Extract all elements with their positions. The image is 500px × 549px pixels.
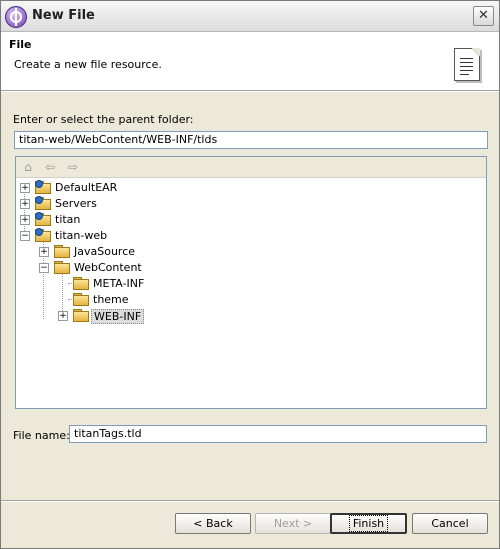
tree-node-web-inf[interactable]: + WEB-INF	[16, 308, 486, 324]
wizard-page-title: File	[9, 38, 32, 51]
tree-node-label: theme	[93, 293, 129, 306]
expand-icon[interactable]: +	[58, 311, 68, 321]
window-title: New File	[32, 8, 95, 23]
tree-node-servers[interactable]: + Servers	[16, 196, 486, 212]
next-button[interactable]: Next >	[255, 513, 331, 534]
home-icon[interactable]: ⌂	[20, 159, 36, 175]
project-folder-icon	[35, 196, 51, 210]
tree-node-label: DefaultEAR	[55, 181, 118, 194]
project-folder-icon	[35, 228, 51, 242]
file-name-label: File name:	[13, 429, 70, 442]
folder-icon	[54, 245, 70, 258]
back-button[interactable]: < Back	[175, 513, 251, 534]
tree-node-titan-web[interactable]: − titan-web	[16, 228, 486, 244]
new-file-wizard-icon	[454, 48, 480, 81]
wizard-page-description: Create a new file resource.	[14, 58, 162, 71]
folder-icon	[73, 309, 89, 322]
collapse-icon[interactable]: −	[39, 263, 49, 273]
new-file-dialog: New File ✕ File Create a new file resour…	[0, 0, 500, 549]
project-folder-icon	[35, 180, 51, 194]
tree-node-javasource[interactable]: + JavaSource	[16, 244, 486, 260]
forward-arrow-icon[interactable]: ⇨	[65, 159, 81, 175]
title-bar[interactable]: New File ✕	[1, 1, 499, 32]
parent-folder-input[interactable]: titan-web/WebContent/WEB-INF/tlds	[14, 131, 488, 149]
cancel-button[interactable]: Cancel	[412, 513, 488, 534]
expand-icon[interactable]: +	[20, 183, 30, 193]
wizard-header: File Create a new file resource.	[1, 32, 499, 90]
finish-button-label: Finish	[348, 515, 389, 532]
tree-node-theme[interactable]: theme	[16, 292, 486, 308]
tree-node-meta-inf[interactable]: META-INF	[16, 276, 486, 292]
tree-node-label: JavaSource	[74, 245, 136, 258]
tree-node-titan[interactable]: + titan	[16, 212, 486, 228]
collapse-icon[interactable]: −	[20, 231, 30, 241]
expand-icon[interactable]: +	[20, 215, 30, 225]
tree-node-label: META-INF	[93, 277, 145, 290]
file-name-input[interactable]: titanTags.tld	[69, 425, 487, 443]
parent-folder-label: Enter or select the parent folder:	[13, 113, 194, 126]
tree-node-webcontent[interactable]: − WebContent	[16, 260, 486, 276]
folder-icon	[73, 293, 89, 306]
project-folder-icon	[35, 212, 51, 226]
folder-icon	[73, 277, 89, 290]
tree-node-label-selected: WEB-INF	[91, 309, 145, 324]
tree-node-label: titan	[55, 213, 81, 226]
header-divider-highlight	[1, 91, 499, 92]
expand-icon[interactable]: +	[20, 199, 30, 209]
expand-icon[interactable]: +	[39, 247, 49, 257]
tree-toolbar: ⌂ ⇦ ⇨	[16, 157, 486, 178]
button-bar-divider-highlight	[1, 501, 499, 502]
folder-tree[interactable]: ⌂ ⇦ ⇨ + DefaultEAR + Servers + titan − t…	[15, 156, 487, 409]
tree-node-label: titan-web	[55, 229, 108, 242]
tree-node-defaultear[interactable]: + DefaultEAR	[16, 180, 486, 196]
back-arrow-icon[interactable]: ⇦	[42, 159, 58, 175]
close-button[interactable]: ✕	[473, 6, 494, 26]
folder-icon	[54, 261, 70, 274]
eclipse-app-icon	[5, 6, 27, 28]
close-icon: ✕	[478, 8, 489, 23]
finish-button[interactable]: Finish	[330, 513, 407, 534]
tree-node-label: Servers	[55, 197, 97, 210]
tree-node-label: WebContent	[74, 261, 142, 274]
